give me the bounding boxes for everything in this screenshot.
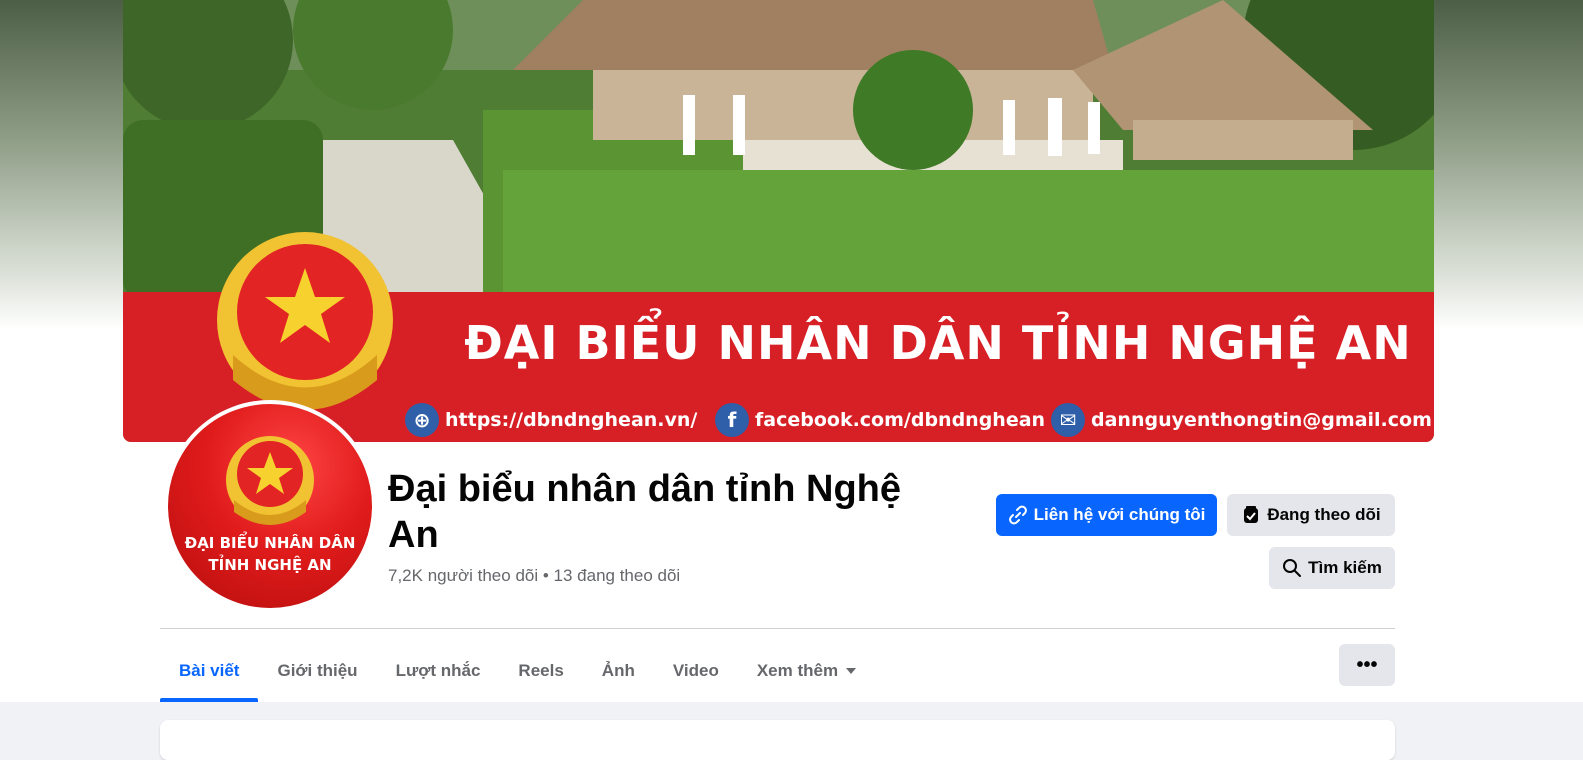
chevron-down-icon <box>846 668 857 674</box>
header-divider <box>160 628 1395 629</box>
profile-avatar[interactable]: ĐẠI BIỂU NHÂN DÂN TỈNH NGHỆ AN <box>164 400 376 612</box>
avatar-line-2: TỈNH NGHỆ AN <box>208 556 332 574</box>
facebook-icon: f <box>715 403 749 437</box>
cover-facebook: f facebook.com/dbndnghean <box>715 402 1045 438</box>
content-card <box>160 720 1395 760</box>
tab-video-label: Video <box>672 661 719 680</box>
tab-mentions[interactable]: Lượt nhắc <box>377 640 500 702</box>
cover-facebook-text: facebook.com/dbndnghean <box>755 409 1046 431</box>
more-options-button[interactable]: ••• <box>1339 644 1395 686</box>
search-label: Tìm kiếm <box>1308 558 1382 577</box>
search-button[interactable]: Tìm kiếm <box>1269 547 1395 589</box>
tab-reels-label: Reels <box>518 661 564 680</box>
cover-website: ⊕ https://dbndnghean.vn/ <box>405 402 697 438</box>
avatar-line-1: ĐẠI BIỂU NHÂN DÂN <box>184 534 356 552</box>
search-icon <box>1283 559 1302 577</box>
cover-website-text: https://dbndnghean.vn/ <box>445 409 698 431</box>
mail-icon: ✉ <box>1051 403 1085 437</box>
contact-us-label: Liên hệ với chúng tôi <box>1033 505 1206 524</box>
cover-banner-title: ĐẠI BIỂU NHÂN DÂN TỈNH NGHỆ AN <box>464 316 1412 370</box>
tab-video[interactable]: Video <box>654 640 738 702</box>
tab-posts[interactable]: Bài viết <box>160 640 259 702</box>
profile-tabs: Bài viết Giới thiệu Lượt nhắc Reels Ảnh … <box>160 640 875 702</box>
globe-icon: ⊕ <box>405 403 439 437</box>
cover-scene <box>123 0 1434 442</box>
follower-stats[interactable]: 7,2K người theo dõi • 13 đang theo dõi <box>388 566 680 586</box>
link-icon <box>1008 505 1027 525</box>
tab-photos[interactable]: Ảnh <box>583 640 654 702</box>
contact-us-button[interactable]: Liên hệ với chúng tôi <box>996 494 1217 536</box>
following-button[interactable]: Đang theo dõi <box>1227 494 1395 536</box>
following-check-icon <box>1244 506 1259 523</box>
cover-photo[interactable]: ĐẠI BIỂU NHÂN DÂN TỈNH NGHỆ AN ⊕ https:/… <box>123 0 1434 442</box>
more-options-icon: ••• <box>1356 653 1378 676</box>
tab-photos-label: Ảnh <box>601 661 635 680</box>
avatar-caption: ĐẠI BIỂU NHÂN DÂN TỈNH NGHỆ AN <box>168 532 372 576</box>
tab-reels[interactable]: Reels <box>499 640 582 702</box>
tab-see-more-label: Xem thêm <box>756 661 839 680</box>
page-title: Đại biểu nhân dân tỉnh Nghệ An <box>388 468 901 556</box>
following-label: Đang theo dõi <box>1267 505 1381 524</box>
tab-mentions-label: Lượt nhắc <box>395 661 481 680</box>
tab-posts-label: Bài viết <box>179 661 240 680</box>
cover-email: ✉ dannguyenthongtin@gmail.com <box>1051 402 1432 438</box>
cover-email-text: dannguyenthongtin@gmail.com <box>1091 409 1432 431</box>
tab-about[interactable]: Giới thiệu <box>258 640 376 702</box>
tab-about-label: Giới thiệu <box>277 661 358 680</box>
tab-see-more[interactable]: Xem thêm <box>738 640 875 702</box>
